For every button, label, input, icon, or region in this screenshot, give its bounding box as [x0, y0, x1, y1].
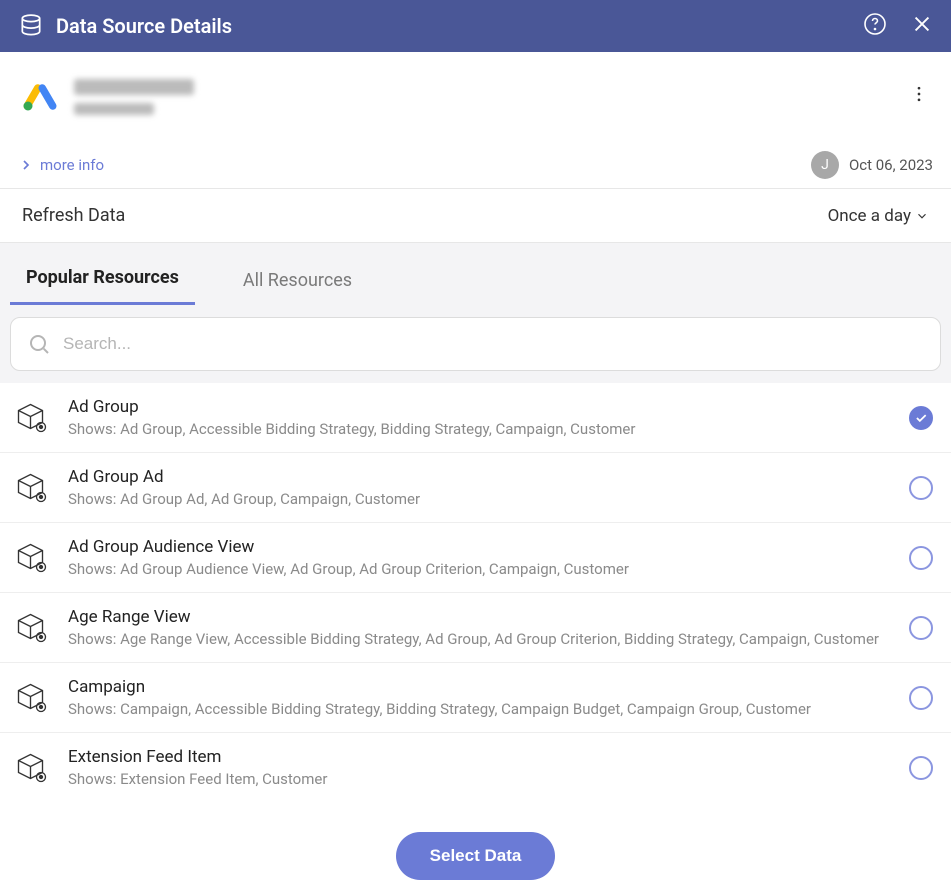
resource-name: Ad Group Ad: [68, 467, 891, 487]
help-icon[interactable]: [863, 12, 887, 40]
more-info-label: more info: [40, 156, 104, 174]
source-text: [74, 79, 909, 115]
search-icon: [27, 332, 51, 356]
source-row: [0, 52, 951, 141]
resource-shows: Shows: Ad Group Audience View, Ad Group,…: [68, 560, 891, 578]
search-input[interactable]: [63, 334, 924, 354]
cube-view-icon: [14, 470, 50, 506]
meta-row: more info J Oct 06, 2023: [0, 141, 951, 189]
resource-name: Age Range View: [68, 607, 891, 627]
refresh-label: Refresh Data: [22, 205, 828, 226]
tabs: Popular Resources All Resources: [0, 251, 951, 305]
search-bar[interactable]: [10, 317, 941, 371]
database-icon: [18, 13, 44, 39]
select-data-button[interactable]: Select Data: [396, 832, 556, 880]
title-actions: [863, 12, 933, 40]
cube-view-icon: [14, 610, 50, 646]
kebab-menu-icon[interactable]: [909, 84, 929, 109]
resource-name: Ad Group Audience View: [68, 537, 891, 557]
tabs-area: Popular Resources All Resources: [0, 243, 951, 383]
select-radio[interactable]: [909, 546, 933, 570]
cube-view-icon: [14, 750, 50, 786]
resource-shows: Shows: Age Range View, Accessible Biddin…: [68, 630, 891, 648]
cube-view-icon: [14, 540, 50, 576]
resource-list: Ad Group Shows: Ad Group, Accessible Bid…: [0, 383, 951, 802]
source-name-redacted: [74, 79, 194, 95]
cube-view-icon: [14, 400, 50, 436]
select-radio[interactable]: [909, 616, 933, 640]
list-item[interactable]: Ad Group Ad Shows: Ad Group Ad, Ad Group…: [0, 453, 951, 523]
list-item[interactable]: Campaign Shows: Campaign, Accessible Bid…: [0, 663, 951, 733]
resource-shows: Shows: Campaign, Accessible Bidding Stra…: [68, 700, 891, 718]
titlebar: Data Source Details: [0, 0, 951, 52]
list-item[interactable]: Ad Group Audience View Shows: Ad Group A…: [0, 523, 951, 593]
select-radio[interactable]: [909, 406, 933, 430]
resource-name: Ad Group: [68, 397, 891, 417]
more-info-toggle[interactable]: more info: [18, 156, 104, 174]
meta-date: Oct 06, 2023: [849, 156, 933, 174]
google-ads-logo-icon: [22, 79, 58, 115]
tab-all-resources[interactable]: All Resources: [227, 256, 368, 305]
list-item[interactable]: Extension Feed Item Shows: Extension Fee…: [0, 733, 951, 802]
refresh-frequency-value: Once a day: [828, 206, 911, 226]
source-subtitle-redacted: [74, 103, 154, 115]
list-item[interactable]: Age Range View Shows: Age Range View, Ac…: [0, 593, 951, 663]
resource-shows: Shows: Extension Feed Item, Customer: [68, 770, 891, 788]
resource-name: Campaign: [68, 677, 891, 697]
refresh-row: Refresh Data Once a day: [0, 189, 951, 243]
select-radio[interactable]: [909, 756, 933, 780]
resource-shows: Shows: Ad Group, Accessible Bidding Stra…: [68, 420, 891, 438]
avatar[interactable]: J: [811, 151, 839, 179]
list-item[interactable]: Ad Group Shows: Ad Group, Accessible Bid…: [0, 383, 951, 453]
cube-view-icon: [14, 680, 50, 716]
select-radio[interactable]: [909, 686, 933, 710]
footer: Select Data: [0, 820, 951, 890]
title-text: Data Source Details: [56, 14, 863, 38]
resource-name: Extension Feed Item: [68, 747, 891, 767]
select-radio[interactable]: [909, 476, 933, 500]
resource-shows: Shows: Ad Group Ad, Ad Group, Campaign, …: [68, 490, 891, 508]
close-icon[interactable]: [911, 13, 933, 39]
refresh-frequency-dropdown[interactable]: Once a day: [828, 206, 929, 226]
tab-popular-resources[interactable]: Popular Resources: [10, 253, 195, 305]
